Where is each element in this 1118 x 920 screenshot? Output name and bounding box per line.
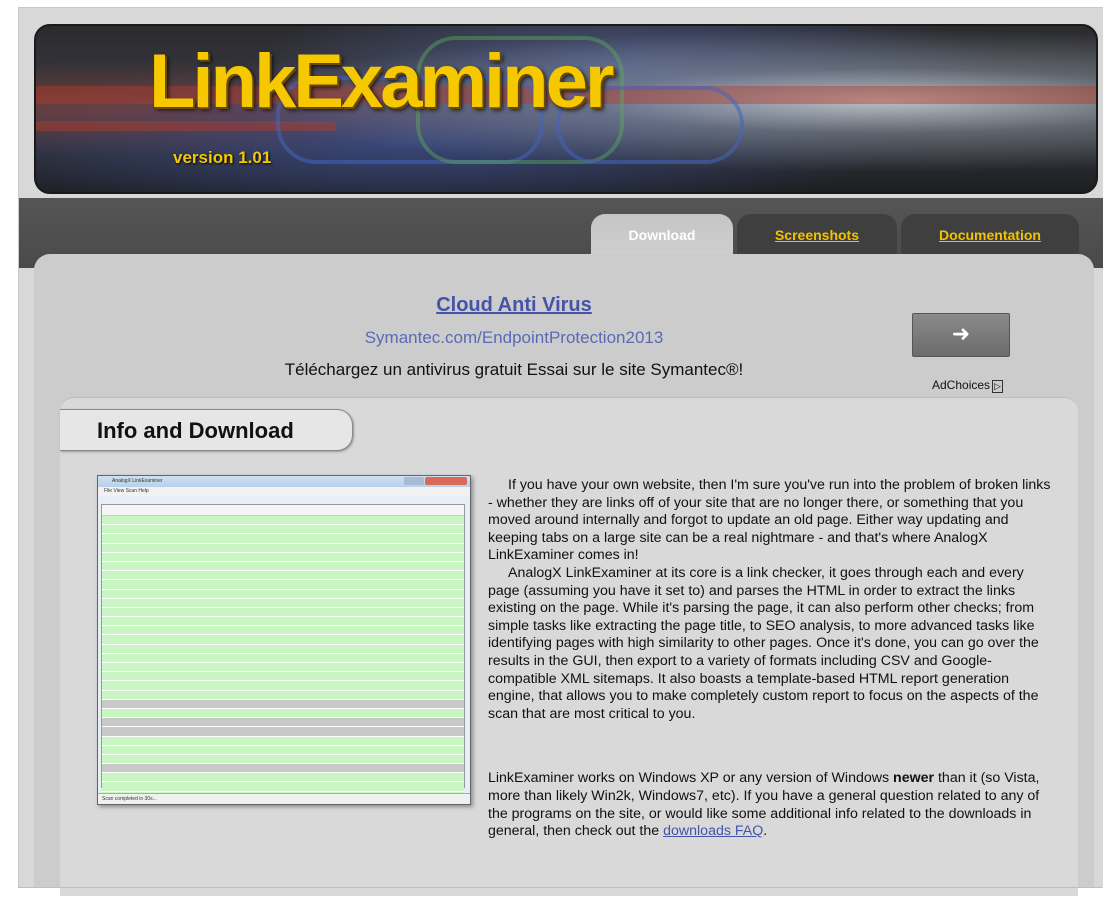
thumb-statusbar: Scan completed in 30s... [98, 793, 470, 804]
site-logo[interactable]: LinkExaminer [149, 44, 614, 120]
thumb-window-title: AnalogX LinkExaminer [112, 478, 163, 484]
thumb-menu: File View Scan Help [98, 487, 470, 496]
thumb-titlebar: AnalogX LinkExaminer [98, 476, 470, 487]
adchoices-label: AdChoices [932, 378, 991, 392]
req-text-1: LinkExaminer works on Windows XP or any … [488, 770, 894, 787]
requirements-paragraph: LinkExaminer works on Windows XP or any … [488, 770, 1058, 840]
details-paragraph: AnalogX LinkExaminer at its core is a li… [488, 564, 1039, 722]
app-screenshot-thumbnail[interactable]: AnalogX LinkExaminer File View Scan Help… [97, 475, 471, 805]
adchoices-link[interactable]: AdChoices ▷ [932, 378, 1003, 393]
thumb-grid [101, 504, 465, 801]
section-header: Info and Download [60, 409, 353, 451]
req-text-end: . [763, 823, 768, 840]
ad-title-link[interactable]: Cloud Anti Virus [19, 294, 1009, 317]
ad-go-button[interactable]: ➜ [912, 313, 1010, 357]
ad-description: Téléchargez un antivirus gratuit Essai s… [284, 360, 744, 379]
ad-url-link[interactable]: Symantec.com/EndpointProtection2013 [19, 328, 1009, 348]
section-title: Info and Download [97, 418, 294, 443]
req-bold: newer [893, 770, 935, 787]
intro-paragraph: If you have your own website, then I'm s… [488, 477, 1051, 564]
header-banner: LinkExaminer version 1.01 [34, 24, 1098, 194]
adchoices-icon: ▷ [992, 380, 1003, 393]
downloads-faq-link[interactable]: downloads FAQ [663, 823, 763, 839]
arrow-right-icon: ➜ [951, 321, 971, 346]
page-frame: LinkExaminer version 1.01 Download Scree… [18, 7, 1103, 896]
description-text: If you have your own website, then I'm s… [488, 477, 1058, 841]
version-label: version 1.01 [173, 148, 272, 167]
bottom-rule [18, 887, 1102, 888]
